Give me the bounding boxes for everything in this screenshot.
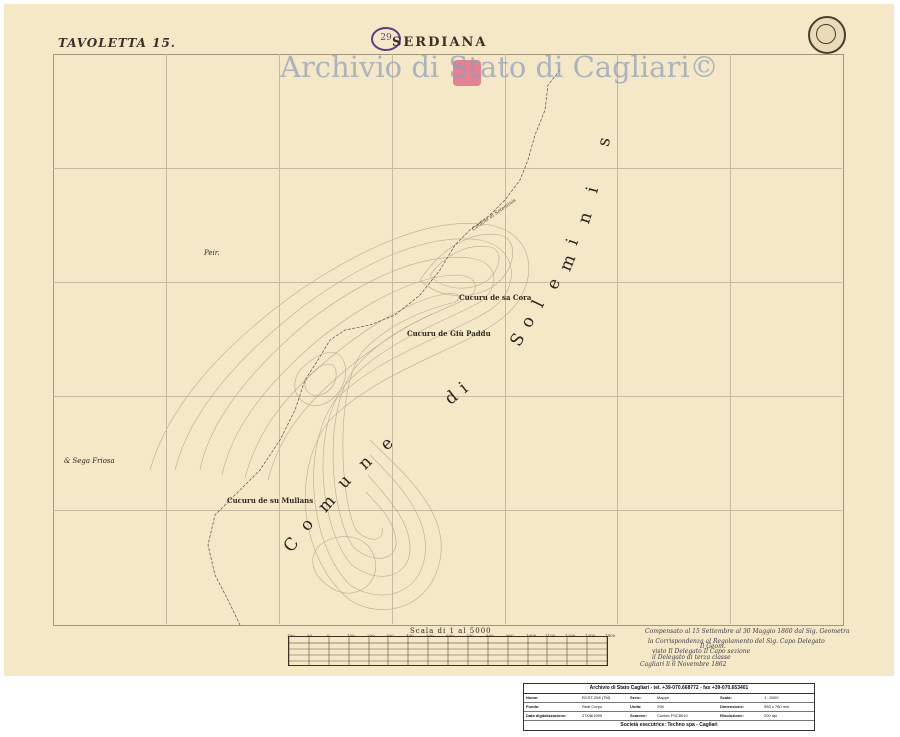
info-value: 1 : 5000 xyxy=(764,695,779,700)
scale-tick-label: 800 xyxy=(486,633,494,638)
info-key: Unità: xyxy=(630,704,642,709)
place-label-giu-paddu: Cucuru de Giù Paddu xyxy=(407,329,491,338)
info-key: Risoluzione: xyxy=(720,713,744,718)
sheet-title: TAVOLETTA 15. xyxy=(58,36,176,50)
signature-line: Compensato al 15 Settembre al 30 Maggio … xyxy=(645,628,850,635)
scale-tick-label: 500 xyxy=(426,633,434,638)
info-table-row: Fondo: Real Corpo Unità: 298 Dimensione: 950 … xyxy=(524,703,814,712)
comune-title: SERDIANA xyxy=(392,35,488,50)
info-value: 200 dpi xyxy=(764,713,778,718)
archive-watermark: Archivio di Stato di Cagliari© xyxy=(280,50,719,84)
scale-tick-label: 1400 xyxy=(605,633,616,638)
info-value: 27/08/1999 xyxy=(582,713,603,718)
archive-info-table: Archivio di Stato Cagliari - tel. +39-07… xyxy=(523,683,815,731)
scale-tick-label: 0 xyxy=(327,633,330,638)
place-label-regione: & Sega Friosa xyxy=(64,457,115,465)
info-value: 950 x 780 mm xyxy=(764,704,790,709)
boundary-line xyxy=(207,69,561,626)
contour-lines xyxy=(149,223,530,610)
scale-tick-label: 200 xyxy=(367,633,375,638)
info-key: Scanner: xyxy=(630,713,648,718)
round-seal xyxy=(808,16,846,54)
info-table-row: Data digitalizzazione: 27/08/1999 Scanner:… xyxy=(524,712,814,721)
place-label-peir: Peir. xyxy=(204,249,220,257)
info-value: RCST-298 (TM) xyxy=(582,695,611,700)
place-label-sa-cora: Cucuru de sa Cora xyxy=(459,293,532,302)
info-key: Nome: xyxy=(526,695,539,700)
scale-tick-label: 1300 xyxy=(585,633,596,638)
scale-tick-label: 400 xyxy=(406,633,414,638)
info-key: Scala: xyxy=(720,695,732,700)
scale-tick-label: 300 xyxy=(386,633,394,638)
scale-tick-label: 100 xyxy=(287,633,295,638)
scale-tick-label: 100 xyxy=(347,633,355,638)
info-value: 298 xyxy=(657,704,664,709)
signature-line: Cagliari li 6 Novembre 1862 xyxy=(640,661,727,668)
scale-tick-label: 1100 xyxy=(545,633,556,638)
place-label-su-mullans: Cucuru de su Mullans xyxy=(227,496,314,505)
scale-tick-label: 1200 xyxy=(565,633,576,638)
scale-tick-label: 700 xyxy=(466,633,474,638)
info-table-header: Archivio di Stato Cagliari - tel. +39-07… xyxy=(524,684,814,694)
info-table-footer: Società esecutrice: Techno spa - Cagliar… xyxy=(620,722,718,728)
info-value: Real Corpo xyxy=(582,704,603,709)
scale-tick-label: 600 xyxy=(446,633,454,638)
scale-tick-label: 900 xyxy=(506,633,514,638)
info-key: Fondo: xyxy=(526,704,540,709)
info-value: Contex FSC8010 xyxy=(657,713,688,718)
info-key: Dimensione: xyxy=(720,704,745,709)
scale-tick-label: 1000 xyxy=(526,633,537,638)
signature-line: il Delegato di terza classe xyxy=(652,654,731,661)
info-key: Data digitalizzazione: xyxy=(526,713,567,718)
scale-bar xyxy=(288,636,608,666)
info-key: Serie: xyxy=(630,695,642,700)
info-value: Mappe xyxy=(657,695,670,700)
scale-tick-label: 50 xyxy=(307,633,313,638)
signature-line: la Corrispondenza al Regolamento del Sig… xyxy=(648,638,825,645)
info-table-row: Nome: RCST-298 (TM) Serie: Mappe Scala: 1 : 5… xyxy=(524,694,814,703)
